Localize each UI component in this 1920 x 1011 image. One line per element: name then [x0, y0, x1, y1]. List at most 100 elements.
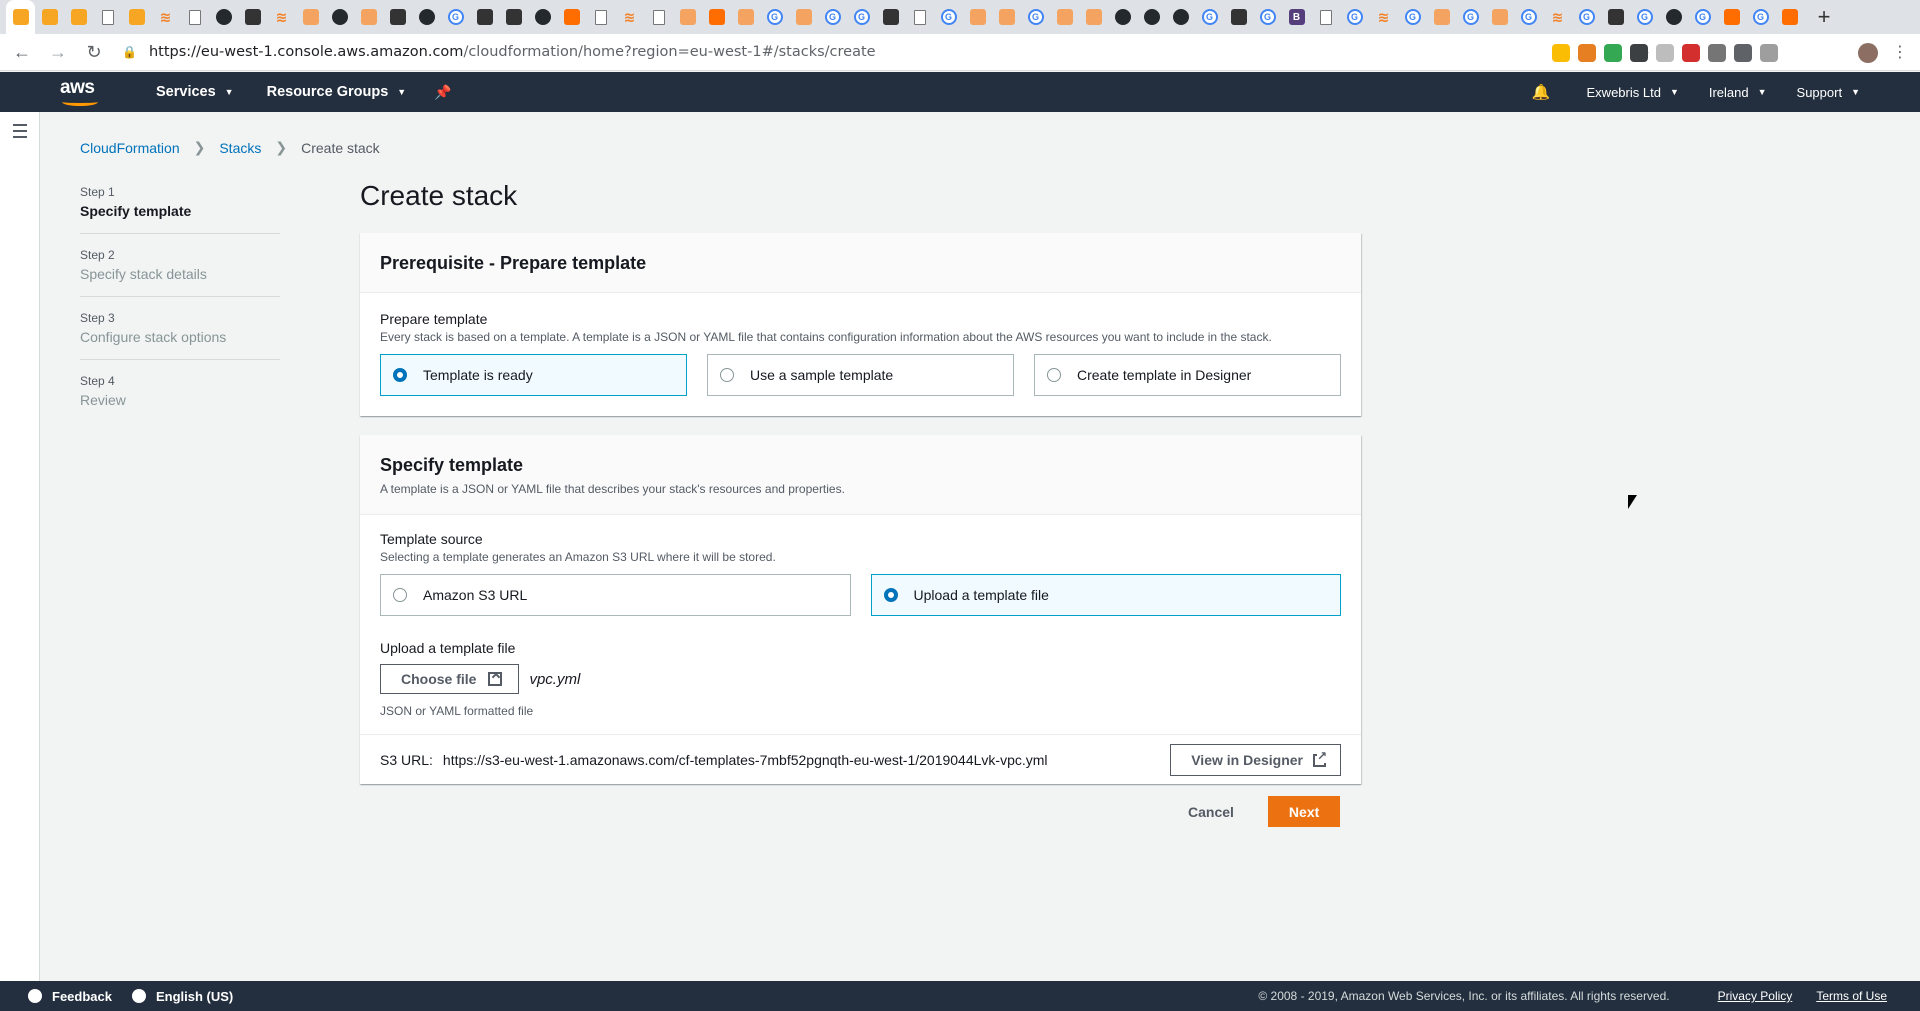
view-in-designer-button[interactable]: View in Designer — [1170, 744, 1341, 776]
browser-tab[interactable] — [354, 0, 383, 34]
browser-tab[interactable] — [876, 0, 905, 34]
back-arrow-icon[interactable]: ← — [8, 38, 36, 66]
browser-tab[interactable] — [1659, 0, 1688, 34]
browser-tab[interactable]: G — [1398, 0, 1427, 34]
choose-file-button[interactable]: Choose file — [380, 664, 520, 694]
browser-tab[interactable] — [35, 0, 64, 34]
ext-badge-icon[interactable] — [1552, 44, 1570, 62]
browser-tab[interactable] — [992, 0, 1021, 34]
hamburger-menu-icon[interactable] — [13, 124, 27, 142]
browser-tab[interactable] — [1079, 0, 1108, 34]
ext-rss-icon[interactable] — [1734, 44, 1752, 62]
region-menu[interactable]: Ireland ▼ — [1709, 85, 1767, 100]
browser-tab[interactable] — [470, 0, 499, 34]
browser-tab[interactable]: ≋ — [1369, 0, 1398, 34]
ext-fire-icon[interactable] — [1578, 44, 1596, 62]
browser-tab[interactable]: G — [1630, 0, 1659, 34]
browser-tab[interactable]: G — [1340, 0, 1369, 34]
browser-tab[interactable] — [499, 0, 528, 34]
browser-tab[interactable] — [1166, 0, 1195, 34]
aws-logo[interactable]: aws — [60, 72, 102, 112]
browser-tab[interactable]: G — [1195, 0, 1224, 34]
browser-tab[interactable]: G — [1572, 0, 1601, 34]
support-menu[interactable]: Support ▼ — [1797, 85, 1860, 100]
browser-tab[interactable]: G — [934, 0, 963, 34]
option-amazon-s3-url[interactable]: Amazon S3 URL — [380, 574, 851, 616]
browser-tab[interactable]: G — [760, 0, 789, 34]
browser-tab[interactable] — [1717, 0, 1746, 34]
browser-tab[interactable] — [1311, 0, 1340, 34]
browser-tab[interactable] — [1137, 0, 1166, 34]
browser-tab[interactable] — [325, 0, 354, 34]
browser-tab[interactable]: G — [1746, 0, 1775, 34]
option-template-ready[interactable]: Template is ready — [380, 354, 687, 396]
browser-tab[interactable]: G — [847, 0, 876, 34]
resource-groups-menu[interactable]: Resource Groups ▼ — [267, 84, 407, 100]
reload-icon[interactable]: ↻ — [80, 38, 108, 66]
browser-tab[interactable] — [1485, 0, 1514, 34]
browser-tab[interactable] — [412, 0, 441, 34]
browser-tab[interactable] — [238, 0, 267, 34]
browser-tab[interactable]: B — [1282, 0, 1311, 34]
address-bar[interactable]: 🔒 https://eu-west-1.console.aws.amazon.c… — [122, 38, 1650, 66]
option-create-in-designer[interactable]: Create template in Designer — [1034, 354, 1341, 396]
language-selector[interactable]: English (US) — [131, 989, 233, 1004]
browser-tab[interactable] — [1775, 0, 1804, 34]
browser-tab[interactable]: G — [441, 0, 470, 34]
pin-icon[interactable]: 📌 — [434, 84, 451, 101]
browser-tab[interactable] — [296, 0, 325, 34]
browser-tab[interactable] — [731, 0, 760, 34]
feedback-button[interactable]: Feedback — [28, 989, 112, 1004]
account-menu[interactable]: Exwebris Ltd ▼ — [1587, 85, 1679, 100]
browser-tab[interactable]: ≋ — [1543, 0, 1572, 34]
browser-tab[interactable]: G — [1688, 0, 1717, 34]
notification-bell-icon[interactable]: 🔔 — [1532, 83, 1551, 101]
browser-tab[interactable]: ≋ — [267, 0, 296, 34]
browser-tab[interactable] — [1427, 0, 1456, 34]
browser-menu-icon[interactable]: ⋮ — [1892, 42, 1908, 62]
forward-arrow-icon[interactable]: → — [44, 38, 72, 66]
browser-tab[interactable] — [557, 0, 586, 34]
option-sample-template[interactable]: Use a sample template — [707, 354, 1014, 396]
browser-tab[interactable] — [1108, 0, 1137, 34]
browser-tab[interactable] — [673, 0, 702, 34]
browser-tab[interactable]: G — [818, 0, 847, 34]
browser-tab[interactable] — [6, 0, 35, 34]
cancel-button[interactable]: Cancel — [1168, 804, 1254, 820]
ext-moon-icon[interactable] — [1630, 44, 1648, 62]
terms-of-use-link[interactable]: Terms of Use — [1816, 989, 1887, 1003]
browser-tab[interactable] — [644, 0, 673, 34]
privacy-policy-link[interactable]: Privacy Policy — [1718, 989, 1793, 1003]
browser-profile-avatar[interactable] — [1858, 43, 1878, 63]
breadcrumb-stacks[interactable]: Stacks — [219, 140, 261, 156]
ext-arrow-icon[interactable] — [1656, 44, 1674, 62]
browser-tab[interactable] — [209, 0, 238, 34]
new-tab-plus-icon[interactable]: + — [1810, 3, 1838, 31]
browser-tab[interactable] — [963, 0, 992, 34]
browser-tab[interactable]: G — [1253, 0, 1282, 34]
next-button[interactable]: Next — [1267, 796, 1341, 827]
browser-tab[interactable] — [702, 0, 731, 34]
services-menu[interactable]: Services ▼ — [156, 84, 234, 100]
ext-abp-icon[interactable] — [1682, 44, 1700, 62]
ext-camera-icon[interactable] — [1708, 44, 1726, 62]
breadcrumb-cloudformation[interactable]: CloudFormation — [80, 140, 180, 156]
browser-tab[interactable] — [1601, 0, 1630, 34]
option-upload-template[interactable]: Upload a template file — [870, 574, 1341, 616]
browser-tab[interactable] — [1050, 0, 1079, 34]
browser-tab[interactable]: ≋ — [151, 0, 180, 34]
browser-tab[interactable]: G — [1021, 0, 1050, 34]
wizard-step-1[interactable]: Step 1 Specify template — [80, 185, 280, 234]
browser-tab[interactable] — [528, 0, 557, 34]
browser-tab[interactable] — [586, 0, 615, 34]
browser-tab[interactable] — [180, 0, 209, 34]
ext-shield-icon[interactable] — [1760, 44, 1778, 62]
browser-tab[interactable] — [905, 0, 934, 34]
browser-tab[interactable]: ≋ — [615, 0, 644, 34]
browser-tab[interactable] — [1224, 0, 1253, 34]
browser-tab[interactable] — [93, 0, 122, 34]
browser-tab[interactable] — [789, 0, 818, 34]
ext-green-icon[interactable] — [1604, 44, 1622, 62]
browser-tab[interactable] — [122, 0, 151, 34]
browser-tab[interactable]: G — [1456, 0, 1485, 34]
